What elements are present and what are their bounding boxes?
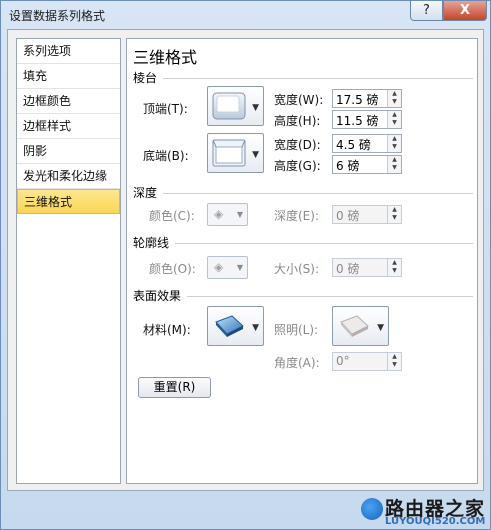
bevel-top-label: 顶端(T): — [143, 102, 188, 116]
spinner-arrows-icon[interactable]: ▲ ▼ — [387, 206, 401, 223]
bottom-width-spinner[interactable]: 4.5 磅 ▲ ▼ — [332, 134, 402, 153]
nav-item-border-color[interactable]: 边框颜色 — [17, 89, 120, 114]
bevel-bottom-preset-button[interactable]: ▼ — [207, 133, 264, 173]
top-width-spinner[interactable]: 17.5 磅 ▲ ▼ — [332, 89, 402, 108]
material-label: 材料(M): — [143, 323, 191, 337]
bevel-bottom-preview-icon — [212, 139, 246, 167]
close-icon: X — [459, 3, 471, 18]
bottom-height-label: 高度(G): — [274, 159, 321, 173]
nav-item-series-options[interactable]: 系列选项 — [17, 39, 120, 64]
contour-color-button[interactable]: ◈ ▼ — [207, 256, 248, 279]
site-watermark: 路由器之家 LUYOUQI520.COM — [361, 494, 491, 530]
bevel-section-label: 棱台 — [133, 71, 158, 85]
surface-section-label: 表面效果 — [133, 289, 182, 303]
bottom-height-value: 6 磅 — [336, 159, 360, 173]
material-preset-button[interactable]: ▼ — [207, 306, 264, 346]
nav-item-fill[interactable]: 填充 — [17, 64, 120, 89]
contour-divider — [175, 243, 473, 244]
top-height-label: 高度(H): — [274, 114, 321, 128]
lighting-preview-icon — [340, 315, 369, 337]
contour-size-value: 0 磅 — [336, 262, 360, 276]
format-data-series-dialog: 设置数据系列格式 ? X 系列选项 填充 边框颜色 边框样式 阴影 发光和柔化边… — [0, 0, 491, 530]
nav-item-glow-soft-edges[interactable]: 发光和柔化边缘 — [17, 164, 120, 189]
help-button[interactable]: ? — [410, 1, 443, 21]
bottom-width-value: 4.5 磅 — [336, 138, 371, 152]
router-logo-icon — [361, 498, 383, 520]
contour-size-spinner[interactable]: 0 磅 ▲ ▼ — [332, 258, 402, 277]
depth-spinner[interactable]: 0 磅 ▲ ▼ — [332, 205, 402, 224]
close-button[interactable]: X — [443, 1, 487, 21]
spinner-arrows-icon[interactable]: ▲ ▼ — [387, 353, 401, 370]
bevel-divider — [163, 78, 473, 79]
paint-bucket-icon: ◈ — [214, 260, 224, 274]
contour-color-label: 颜色(O): — [149, 262, 196, 276]
lighting-label: 照明(L): — [274, 323, 319, 337]
material-preview-icon — [215, 315, 244, 337]
depth-color-label: 颜色(C): — [149, 209, 195, 223]
nav-item-border-style[interactable]: 边框样式 — [17, 114, 120, 139]
nav-item-shadow[interactable]: 阴影 — [17, 139, 120, 164]
lighting-preset-button[interactable]: ▼ — [332, 306, 389, 346]
title-bar[interactable]: 设置数据系列格式 ? X — [1, 1, 490, 27]
chevron-down-icon: ▼ — [252, 323, 259, 333]
panel-title: 三维格式 — [133, 48, 198, 67]
bottom-width-label: 宽度(D): — [274, 138, 321, 152]
category-list: 系列选项 填充 边框颜色 边框样式 阴影 发光和柔化边缘 三维格式 — [16, 38, 121, 484]
angle-spinner[interactable]: 0° ▲ ▼ — [332, 352, 402, 371]
surface-divider — [187, 296, 473, 297]
depth-value: 0 磅 — [336, 209, 360, 223]
depth-section-label: 深度 — [133, 186, 158, 200]
depth-divider — [163, 193, 473, 194]
nav-item-3d-format[interactable]: 三维格式 — [17, 189, 120, 214]
angle-value: 0° — [336, 354, 350, 368]
spinner-arrows-icon[interactable]: ▲ ▼ — [387, 156, 401, 173]
dialog-body: 系列选项 填充 边框颜色 边框样式 阴影 发光和柔化边缘 三维格式 三维格式 棱… — [7, 29, 484, 491]
top-height-value: 11.5 磅 — [336, 114, 379, 128]
chevron-down-icon: ▼ — [377, 323, 384, 333]
chevron-down-icon: ▼ — [236, 263, 243, 272]
top-height-spinner[interactable]: 11.5 磅 ▲ ▼ — [332, 110, 402, 129]
spinner-arrows-icon[interactable]: ▲ ▼ — [387, 135, 401, 152]
angle-label: 角度(A): — [274, 356, 320, 370]
bevel-top-preset-button[interactable]: ▼ — [207, 86, 264, 126]
contour-section-label: 轮廓线 — [133, 236, 170, 250]
bottom-height-spinner[interactable]: 6 磅 ▲ ▼ — [332, 155, 402, 174]
spinner-arrows-icon[interactable]: ▲ ▼ — [387, 90, 401, 107]
format-panel: 三维格式 棱台 顶端(T): ▼ 宽度(W): 17.5 磅 ▲ ▼ 高度(H): — [126, 38, 478, 484]
help-icon: ? — [423, 3, 430, 18]
spinner-arrows-icon[interactable]: ▲ ▼ — [387, 259, 401, 276]
watermark-url: LUYOUQI520.COM — [385, 516, 486, 527]
chevron-down-icon: ▼ — [252, 103, 259, 113]
depth-color-button[interactable]: ◈ ▼ — [207, 203, 248, 226]
bevel-bottom-label: 底端(B): — [143, 149, 189, 163]
depth-label: 深度(E): — [274, 209, 319, 223]
chevron-down-icon: ▼ — [236, 210, 243, 219]
contour-size-label: 大小(S): — [274, 262, 320, 276]
spinner-arrows-icon[interactable]: ▲ ▼ — [387, 111, 401, 128]
chevron-down-icon: ▼ — [252, 150, 259, 160]
paint-bucket-icon: ◈ — [214, 207, 224, 221]
top-width-value: 17.5 磅 — [336, 93, 379, 107]
top-width-label: 宽度(W): — [274, 93, 324, 107]
dialog-title: 设置数据系列格式 — [9, 9, 106, 23]
reset-button[interactable]: 重置(R) — [138, 377, 211, 398]
bevel-top-preview-icon — [212, 92, 246, 120]
